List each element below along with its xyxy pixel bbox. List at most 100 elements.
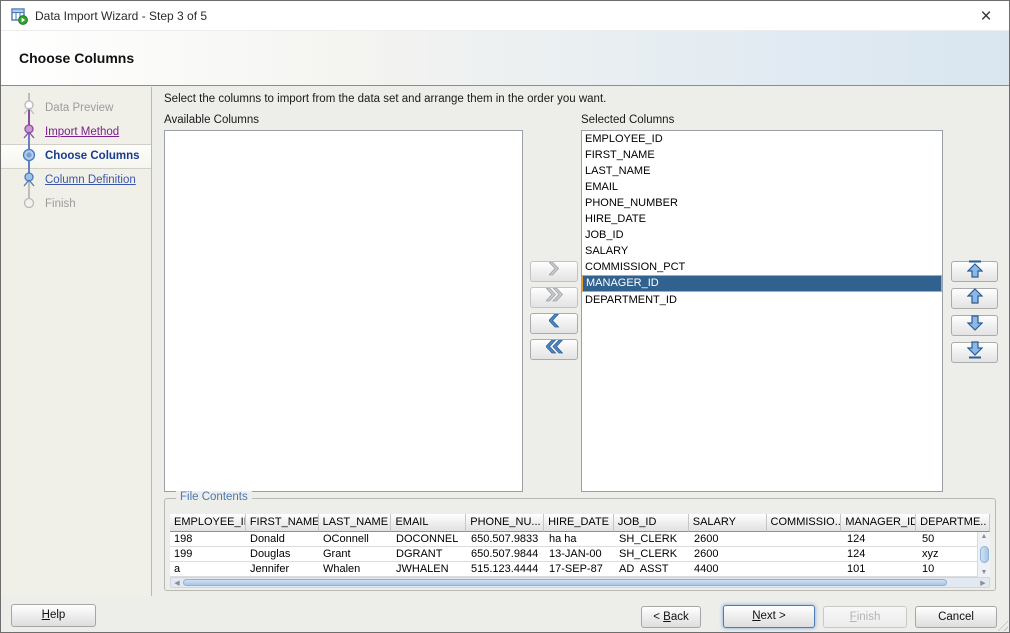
column-header[interactable]: FIRST_NAME xyxy=(246,514,319,532)
table-cell: 198 xyxy=(170,532,246,546)
step-icon xyxy=(21,171,37,194)
table-cell: 10 xyxy=(918,562,979,576)
table-cell: 124 xyxy=(843,547,918,561)
table-row[interactable]: 199DouglasGrantDGRANT650.507.984413-JAN-… xyxy=(170,547,990,562)
table-cell: OConnell xyxy=(319,532,392,546)
column-header[interactable]: COMMISSIO... xyxy=(767,514,842,532)
sidebar-step-choose-columns: Choose Columns xyxy=(1,145,152,169)
help-button[interactable]: Help xyxy=(11,604,96,627)
horizontal-scrollbar[interactable]: ◀ ▶ xyxy=(170,577,990,588)
file-contents-label: File Contents xyxy=(176,491,252,503)
table-cell: 50 xyxy=(918,532,979,546)
column-list-item[interactable]: COMMISSION_PCT xyxy=(582,259,942,275)
column-list-item[interactable]: SALARY xyxy=(582,243,942,259)
close-icon[interactable]: × xyxy=(975,6,997,28)
finish-button[interactable]: Finish xyxy=(823,606,907,628)
sidebar-step-data-preview: Data Preview xyxy=(1,97,152,121)
table-cell: SH_CLERK xyxy=(615,532,690,546)
step-icon xyxy=(21,99,37,122)
table-cell: 17-SEP-87 xyxy=(545,562,615,576)
table-cell: 124 xyxy=(843,532,918,546)
sidebar-step-column-definition[interactable]: Column Definition xyxy=(1,169,152,193)
available-columns-list[interactable] xyxy=(164,130,523,492)
double-chevron-left-icon xyxy=(546,340,563,359)
table-row[interactable]: aJenniferWhalenJWHALEN515.123.444417-SEP… xyxy=(170,562,990,577)
double-chevron-right-icon xyxy=(546,288,563,307)
table-cell xyxy=(768,532,843,546)
file-contents-table: EMPLOYEE_IDFIRST_NAMELAST_NAMEEMAILPHONE… xyxy=(170,514,990,586)
table-cell: SH_CLERK xyxy=(615,547,690,561)
sidebar-step-import-method[interactable]: Import Method xyxy=(1,121,152,145)
table-cell: Douglas xyxy=(246,547,319,561)
table-cell: 199 xyxy=(170,547,246,561)
move-to-top-button[interactable] xyxy=(951,261,998,282)
table-cell: 515.123.4444 xyxy=(467,562,545,576)
data-import-wizard-dialog: Data Import Wizard - Step 3 of 5 × Choos… xyxy=(0,0,1010,633)
table-cell: a xyxy=(170,562,246,576)
back-button[interactable]: < Back xyxy=(641,606,701,628)
table-cell: Grant xyxy=(319,547,392,561)
titlebar: Data Import Wizard - Step 3 of 5 × xyxy=(1,1,1009,31)
column-list-item[interactable]: FIRST_NAME xyxy=(582,147,942,163)
step-label: Choose Columns xyxy=(45,150,140,162)
wizard-step-header: Choose Columns xyxy=(1,31,1009,86)
scroll-left-icon[interactable]: ◀ xyxy=(171,579,183,587)
move-all-left-button[interactable] xyxy=(530,339,578,360)
sidebar-step-finish: Finish xyxy=(1,193,152,217)
column-header[interactable]: LAST_NAME xyxy=(319,514,392,532)
column-list-item[interactable]: EMAIL xyxy=(582,179,942,195)
horizontal-scrollbar-thumb[interactable] xyxy=(183,579,947,586)
window-title: Data Import Wizard - Step 3 of 5 xyxy=(35,9,207,23)
step-icon xyxy=(21,195,37,218)
table-cell: 4400 xyxy=(690,562,768,576)
column-header[interactable]: EMPLOYEE_ID xyxy=(170,514,246,532)
column-list-item[interactable]: JOB_ID xyxy=(582,227,942,243)
step-label: Data Preview xyxy=(45,102,113,114)
arrow-top-icon xyxy=(967,260,983,283)
table-cell: Jennifer xyxy=(246,562,319,576)
move-right-button[interactable] xyxy=(530,261,578,282)
move-all-right-button[interactable] xyxy=(530,287,578,308)
selected-columns-list[interactable]: EMPLOYEE_IDFIRST_NAMELAST_NAMEEMAILPHONE… xyxy=(581,130,943,492)
column-list-item[interactable]: HIRE_DATE xyxy=(582,211,942,227)
table-cell xyxy=(768,562,843,576)
step-label: Import Method xyxy=(45,126,119,138)
step-icon xyxy=(21,123,37,146)
step-label: Finish xyxy=(45,198,76,210)
next-button[interactable]: Next > xyxy=(723,605,815,628)
vertical-scrollbar[interactable]: ▲ ▼ xyxy=(977,532,990,577)
column-header[interactable]: JOB_ID xyxy=(614,514,689,532)
table-cell: DGRANT xyxy=(392,547,467,561)
scroll-up-icon[interactable]: ▲ xyxy=(981,533,988,540)
move-left-button[interactable] xyxy=(530,313,578,334)
column-header[interactable]: EMAIL xyxy=(391,514,466,532)
column-header[interactable]: SALARY xyxy=(689,514,767,532)
scroll-right-icon[interactable]: ▶ xyxy=(977,579,989,587)
table-row[interactable]: 198DonaldOConnellDOCONNEL650.507.9833ha … xyxy=(170,532,990,547)
column-list-item[interactable]: LAST_NAME xyxy=(582,163,942,179)
cancel-button[interactable]: Cancel xyxy=(915,606,997,628)
column-header[interactable]: PHONE_NU... xyxy=(466,514,544,532)
table-header-row: EMPLOYEE_IDFIRST_NAMELAST_NAMEEMAILPHONE… xyxy=(170,514,990,532)
file-contents-group: File Contents EMPLOYEE_IDFIRST_NAMELAST_… xyxy=(164,498,996,591)
wizard-steps-sidebar: Data Preview Import Method Choose Column… xyxy=(1,87,152,596)
vertical-scrollbar-thumb[interactable] xyxy=(980,546,989,563)
column-header[interactable]: HIRE_DATE xyxy=(544,514,614,532)
column-list-item[interactable]: MANAGER_ID xyxy=(582,275,942,292)
column-list-item[interactable]: PHONE_NUMBER xyxy=(582,195,942,211)
column-list-item[interactable]: EMPLOYEE_ID xyxy=(582,131,942,147)
move-to-bottom-button[interactable] xyxy=(951,342,998,363)
table-cell: xyz xyxy=(918,547,979,561)
table-cell: DOCONNEL xyxy=(392,532,467,546)
column-header[interactable]: MANAGER_ID xyxy=(841,514,916,532)
table-cell: Whalen xyxy=(319,562,392,576)
available-columns-label: Available Columns xyxy=(164,114,259,126)
arrow-down-icon xyxy=(967,314,983,337)
scroll-down-icon[interactable]: ▼ xyxy=(981,569,988,576)
table-cell: AD ASST xyxy=(615,562,690,576)
table-cell: 650.507.9833 xyxy=(467,532,545,546)
move-down-button[interactable] xyxy=(951,315,998,336)
column-header[interactable]: DEPARTME.. xyxy=(916,514,990,532)
column-list-item[interactable]: DEPARTMENT_ID xyxy=(582,292,942,308)
move-up-button[interactable] xyxy=(951,288,998,309)
